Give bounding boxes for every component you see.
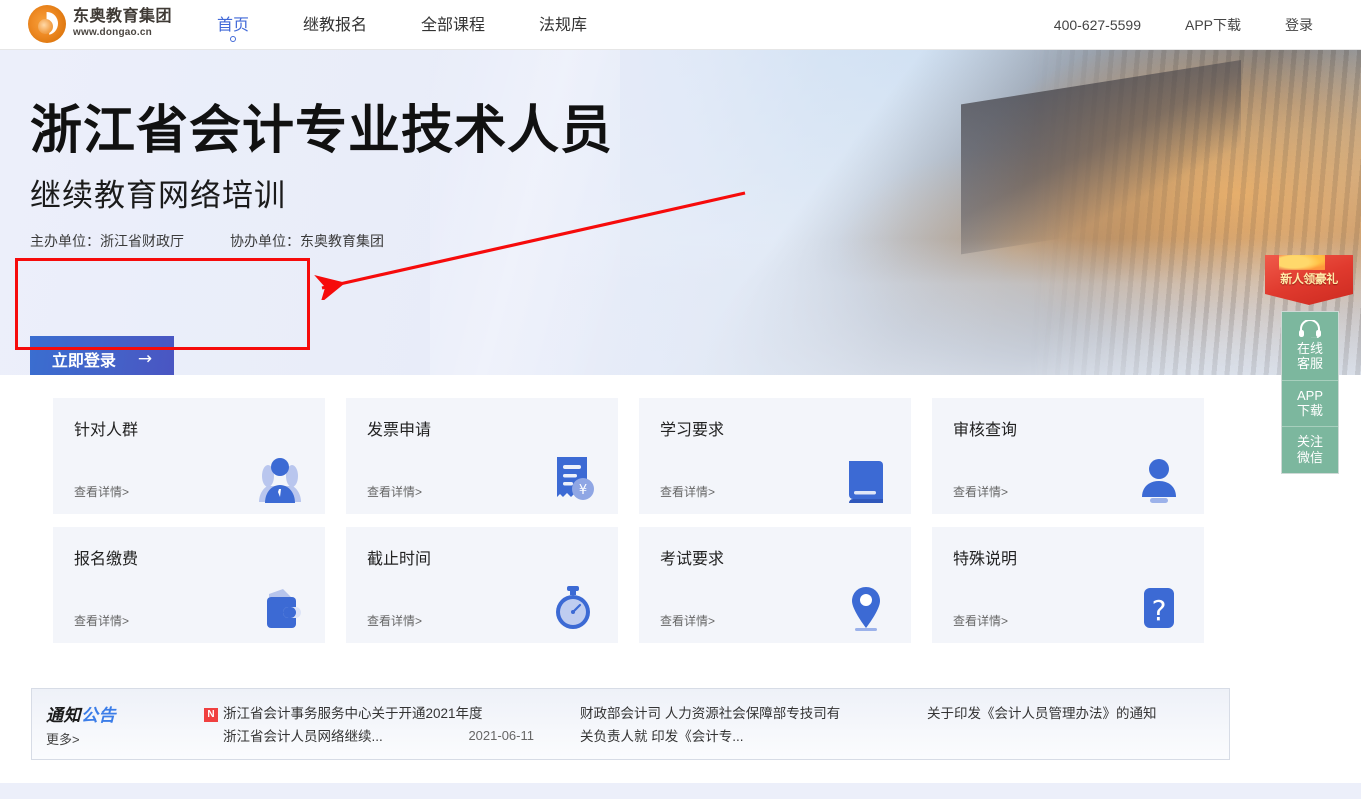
card-more-link[interactable]: 查看详情> (660, 612, 715, 629)
app-download-line2: 下载 (1296, 402, 1323, 418)
new-badge-icon: N (204, 708, 218, 722)
card-more-link[interactable]: 查看详情> (74, 483, 129, 500)
hero-banner: 浙江省会计专业技术人员 继续教育网络培训 主办单位：浙江省财政厅 协办单位：东奥… (0, 50, 1361, 375)
nav-item-enroll[interactable]: 继教报名 (276, 0, 394, 50)
card-more-link[interactable]: 查看详情> (367, 483, 422, 500)
card-more-link[interactable]: 查看详情> (660, 483, 715, 500)
notice-item-line1-row: N 浙江省会计事务服务中心关于开通2021年度 (204, 702, 534, 725)
arrow-right-icon: → (137, 349, 153, 369)
logo-url: www.dongao.cn (73, 27, 152, 39)
notice-title-part1: 通知 (46, 706, 81, 725)
login-now-button[interactable]: 立即登录 → (30, 336, 174, 375)
notice-title: 通知公告 (46, 701, 116, 726)
app-download-button[interactable]: APP 下载 (1282, 381, 1338, 428)
online-service-line1: 在线 (1296, 341, 1323, 356)
card-title: 报名缴费 (74, 551, 139, 568)
nav-item-home[interactable]: 首页 (190, 0, 276, 50)
card-title: 学习要求 (660, 422, 725, 439)
logo-name-cn: 东奥教育集团 (73, 8, 173, 26)
hotline-number: 400-627-5599 (1053, 17, 1141, 33)
header-right-group: 400-627-5599 APP下载 登录 (1032, 0, 1335, 50)
wallet-icon (267, 589, 301, 628)
people-icon (259, 458, 301, 503)
card-registration-payment[interactable]: 报名缴费 查看详情> (53, 527, 325, 643)
page-subtitle: 继续教育网络培训 (30, 178, 286, 215)
notice-more-link[interactable]: 更多> (46, 729, 116, 748)
nav-item-home-label: 首页 (217, 17, 250, 34)
notice-item-line2: 浙江省会计人员网络继续... (223, 729, 383, 745)
card-title: 发票申请 (367, 422, 432, 439)
main-nav: 首页 继教报名 全部课程 法规库 (190, 0, 614, 50)
card-title: 针对人群 (74, 422, 139, 439)
card-title: 审核查询 (953, 422, 1018, 439)
invoice-icon: ¥ (557, 457, 594, 500)
logo-text: 东奥教育集团 www.dongao.cn (73, 9, 172, 38)
question-mark-icon: ? (1144, 588, 1174, 628)
card-invoice-request[interactable]: 发票申请 查看详情> ¥ (346, 398, 618, 514)
login-link[interactable]: 登录 (1263, 15, 1335, 35)
card-more-link[interactable]: 查看详情> (74, 612, 129, 629)
card-special-notes[interactable]: 特殊说明 查看详情> ? (932, 527, 1204, 643)
notice-label-block: 通知公告 更多> (46, 701, 116, 748)
card-more-link[interactable]: 查看详情> (953, 483, 1008, 500)
card-more-link[interactable]: 查看详情> (953, 612, 1008, 629)
notice-title-part2: 公告 (81, 706, 116, 725)
login-now-button-label: 立即登录 (51, 351, 116, 370)
card-exam-requirements[interactable]: 考试要求 查看详情> (639, 527, 911, 643)
notice-panel: 通知公告 更多> N 浙江省会计事务服务中心关于开通2021年度 浙江省会计人员网… (31, 688, 1230, 760)
notice-item-line1: 财政部会计司 人力资源社会保障部专技司有 (580, 706, 841, 721)
new-user-gift-label: 新人领豪礼 (1280, 272, 1338, 286)
notice-item[interactable]: 财政部会计司 人力资源社会保障部专技司有 关负责人就 印发《会计专... (580, 702, 880, 748)
card-title: 截止时间 (367, 551, 432, 568)
feature-panel: 针对人群 查看详情> 发票申请 查看详情> ¥ 学习要求 查看详情> 审核查询 … (31, 378, 1230, 665)
nav-item-regulations[interactable]: 法规库 (512, 0, 614, 50)
svg-text:¥: ¥ (579, 483, 587, 498)
online-service-line2: 客服 (1296, 356, 1323, 372)
footer-band (0, 783, 1361, 799)
dongao-logo-icon (28, 5, 66, 43)
feature-card-grid: 针对人群 查看详情> 发票申请 查看详情> ¥ 学习要求 查看详情> 审核查询 … (53, 398, 1204, 643)
book-icon (849, 461, 883, 503)
headset-icon (1299, 320, 1321, 338)
stamp-person-icon (1142, 459, 1176, 503)
card-study-requirements[interactable]: 学习要求 查看详情> (639, 398, 911, 514)
card-title: 特殊说明 (953, 551, 1018, 568)
follow-wechat-line1: 关注 (1296, 434, 1323, 450)
floating-service-widget: 新人领豪礼 在线 客服 APP 下载 关注 微信 (1265, 255, 1353, 474)
hero-text-block: 浙江省会计专业技术人员 继续教育网络培训 主办单位：浙江省财政厅 协办单位：东奥… (30, 102, 613, 251)
card-title: 考试要求 (660, 551, 725, 568)
stopwatch-icon (556, 586, 590, 629)
notice-item[interactable]: N 浙江省会计事务服务中心关于开通2021年度 浙江省会计人员网络继续... 20… (204, 702, 534, 748)
site-logo[interactable]: 东奥教育集团 www.dongao.cn (28, 5, 172, 43)
service-panel: 在线 客服 APP 下载 关注 微信 (1281, 311, 1339, 474)
app-download-line1: APP (1296, 387, 1323, 403)
online-service-button[interactable]: 在线 客服 (1282, 312, 1338, 381)
follow-wechat-line2: 微信 (1296, 449, 1323, 465)
notice-item-line2-row: 浙江省会计人员网络继续... 2021-06-11 (204, 725, 534, 748)
nav-item-all-courses[interactable]: 全部课程 (394, 0, 512, 50)
notice-item-line2: 关负责人就 印发《会计专... (580, 729, 744, 745)
host-organization: 主办单位：浙江省财政厅 (30, 233, 184, 250)
card-deadline[interactable]: 截止时间 查看详情> (346, 527, 618, 643)
app-download-link[interactable]: APP下载 (1163, 15, 1263, 35)
location-pin-icon (852, 587, 880, 631)
page-root: 东奥教育集团 www.dongao.cn 首页 继教报名 全部课程 法规库 40… (0, 0, 1361, 799)
svg-text:?: ? (1152, 594, 1167, 627)
site-header: 东奥教育集团 www.dongao.cn 首页 继教报名 全部课程 法规库 40… (0, 0, 1361, 50)
notice-item-date: 2021-06-11 (468, 728, 534, 744)
nav-active-dot-icon (230, 36, 236, 42)
card-more-link[interactable]: 查看详情> (367, 612, 422, 629)
card-audit-query[interactable]: 审核查询 查看详情> (932, 398, 1204, 514)
nav-item-all-courses-label: 全部课程 (421, 17, 486, 34)
page-title: 浙江省会计专业技术人员 (30, 101, 614, 161)
nav-item-regulations-label: 法规库 (539, 17, 588, 34)
follow-wechat-button[interactable]: 关注 微信 (1282, 427, 1338, 473)
card-target-audience[interactable]: 针对人群 查看详情> (53, 398, 325, 514)
nav-item-enroll-label: 继教报名 (303, 17, 368, 34)
notice-item-line1: 关于印发《会计人员管理办法》的通知 (927, 706, 1157, 721)
coorganizer: 协办单位：东奥教育集团 (230, 233, 384, 250)
notice-item-line1: 浙江省会计事务服务中心关于开通2021年度 (223, 706, 483, 721)
hero-organizers: 主办单位：浙江省财政厅 协办单位：东奥教育集团 (30, 231, 613, 251)
notice-item[interactable]: 关于印发《会计人员管理办法》的通知 (927, 702, 1227, 725)
